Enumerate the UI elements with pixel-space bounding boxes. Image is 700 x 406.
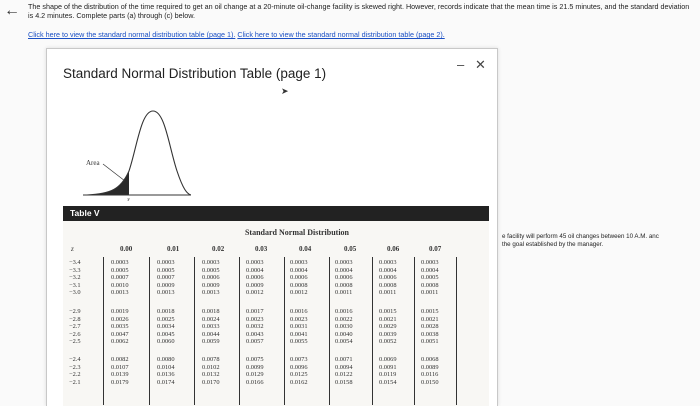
col-header: 0.07 <box>429 245 442 253</box>
table-column-values: 0.0082 0.0107 0.0139 0.0179 <box>111 356 129 386</box>
table-column-values: 0.0018 0.0025 0.0034 0.0045 0.0060 <box>157 308 175 346</box>
z-values: −2.4 −2.3 −2.2 −2.1 <box>69 356 81 386</box>
table-column-values: 0.0003 0.0005 0.0006 0.0009 0.0013 <box>202 259 220 297</box>
table-column-values: 0.0018 0.0024 0.0033 0.0044 0.0059 <box>202 308 220 346</box>
table-column-values: 0.0073 0.0096 0.0125 0.0162 <box>290 356 308 386</box>
table-row-group: −3.4 −3.3 −3.2 −3.1 −3.0 0.0003 0.0005 0.0007 0… <box>47 259 497 301</box>
table-label-bar: Table V <box>63 206 489 221</box>
normal-table-dialog: Standard Normal Distribution Table (page… <box>46 48 498 406</box>
area-pointer <box>102 163 126 182</box>
bell-curve <box>86 110 191 196</box>
problem-statement: The shape of the distribution of the tim… <box>28 2 690 20</box>
table-column-values: 0.0003 0.0004 0.0006 0.0008 0.0011 <box>379 259 397 297</box>
minimize-button[interactable]: – <box>457 57 464 72</box>
table-column-values: 0.0075 0.0099 0.0129 0.0166 <box>246 356 264 386</box>
table-column-values: 0.0015 0.0021 0.0029 0.0039 0.0052 <box>379 308 397 346</box>
table-column-values: 0.0080 0.0104 0.0136 0.0174 <box>157 356 175 386</box>
table-column-values: 0.0016 0.0023 0.0031 0.0041 0.0055 <box>290 308 308 346</box>
table-column-values: 0.0015 0.0021 0.0028 0.0038 0.0051 <box>421 308 439 346</box>
back-arrow-icon[interactable]: ← <box>4 2 20 20</box>
question-text-partial: e facility will perform 45 oil changes b… <box>502 233 700 248</box>
link-table-page-1[interactable]: Click here to view the standard normal d… <box>28 30 235 39</box>
side-line-2: the goal established by the manager. <box>502 240 604 248</box>
col-header: 0.00 <box>120 245 133 253</box>
table-column-values: 0.0078 0.0102 0.0132 0.0170 <box>202 356 220 386</box>
table-title: Standard Normal Distribution <box>244 228 349 237</box>
table-column-values: 0.0019 0.0026 0.0035 0.0047 0.0062 <box>111 308 129 346</box>
col-header: 0.03 <box>255 245 268 253</box>
table-column-values: 0.0017 0.0023 0.0032 0.0043 0.0057 <box>246 308 264 346</box>
table-links: Click here to view the standard normal d… <box>28 30 445 39</box>
table-column-values: 0.0071 0.0094 0.0122 0.0158 <box>335 356 353 386</box>
table-column-values: 0.0016 0.0022 0.0030 0.0040 0.0054 <box>335 308 353 346</box>
normal-curve-figure: Area z <box>83 110 191 201</box>
table-column-values: 0.0003 0.0004 0.0005 0.0008 0.0011 <box>421 259 439 297</box>
table-row-group: −2.4 −2.3 −2.2 −2.1 0.0082 0.0107 0.0139 0.017… <box>47 356 497 392</box>
table-column-values: 0.0003 0.0005 0.0007 0.0010 0.0013 <box>111 259 129 297</box>
table-row-group: −2.9 −2.8 −2.7 −2.6 −2.5 0.0019 0.0026 0.0035 0… <box>47 308 497 350</box>
col-header: 0.02 <box>212 245 225 253</box>
col-header: 0.06 <box>387 245 400 253</box>
table-column-values: 0.0003 0.0004 0.0006 0.0008 0.0012 <box>290 259 308 297</box>
col-header: 0.05 <box>344 245 357 253</box>
table-column-values: 0.0068 0.0089 0.0116 0.0150 <box>421 356 439 386</box>
dialog-title: Standard Normal Distribution Table (page… <box>63 66 327 81</box>
table-column-values: 0.0003 0.0004 0.0006 0.0008 0.0011 <box>335 259 353 297</box>
area-label: Area <box>86 159 100 167</box>
z-column-header: z <box>71 245 74 253</box>
z-values: −2.9 −2.8 −2.7 −2.6 −2.5 <box>69 308 81 346</box>
side-line-1: e facility will perform 45 oil changes b… <box>502 233 659 240</box>
z-values: −3.4 −3.3 −3.2 −3.1 −3.0 <box>69 259 81 297</box>
col-header: 0.01 <box>167 245 180 253</box>
table-column-values: 0.0003 0.0005 0.0007 0.0009 0.0013 <box>157 259 175 297</box>
col-header: 0.04 <box>299 245 312 253</box>
z-axis-label: z <box>126 196 130 201</box>
mouse-cursor-icon: ➤ <box>281 86 289 96</box>
close-button[interactable]: ✕ <box>475 57 486 73</box>
link-table-page-2[interactable]: Click here to view the standard normal d… <box>237 30 444 39</box>
table-column-values: 0.0069 0.0091 0.0119 0.0154 <box>379 356 397 386</box>
table-column-values: 0.0003 0.0004 0.0006 0.0009 0.0012 <box>246 259 264 297</box>
